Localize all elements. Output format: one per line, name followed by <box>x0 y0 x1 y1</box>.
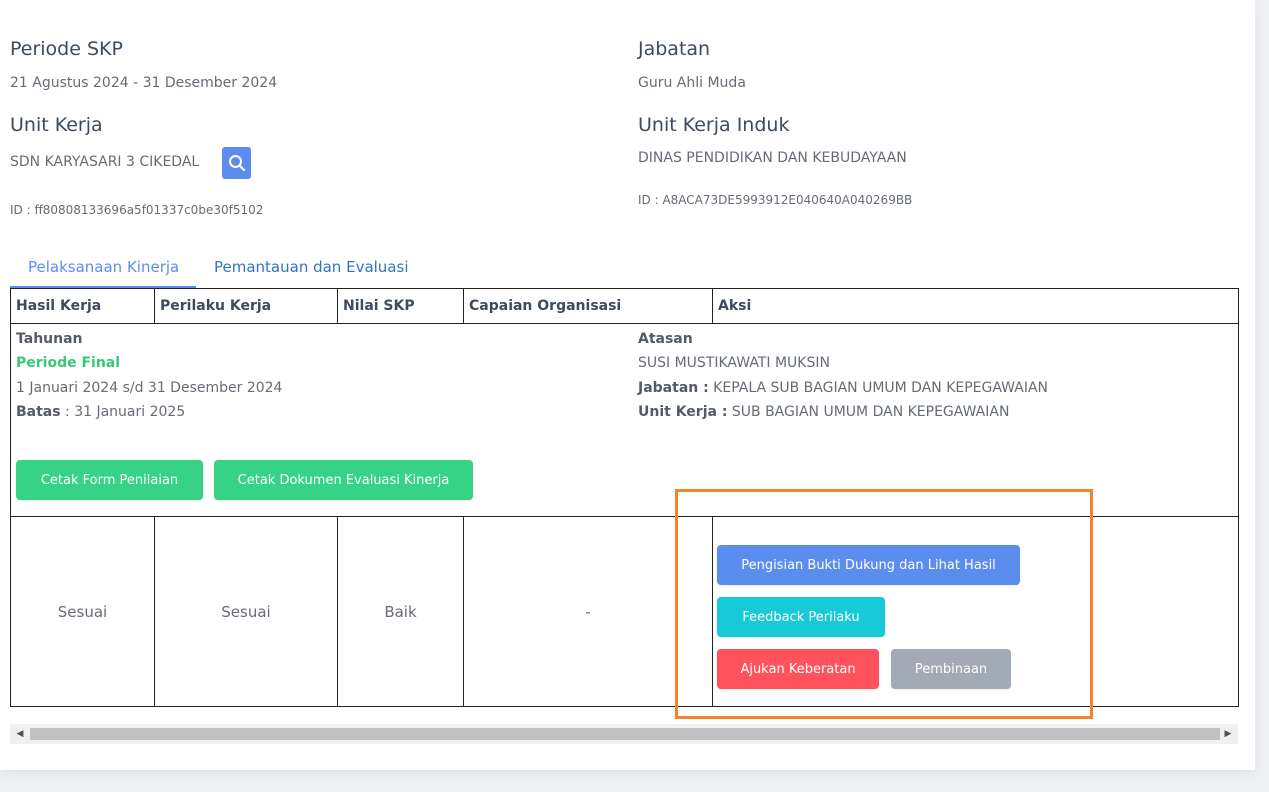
atasan-unit-value: SUB BAGIAN UMUM DAN KEPEGAWAIAN <box>731 404 1010 420</box>
jabatan-value: Guru Ahli Muda <box>638 75 746 91</box>
scroll-left-icon[interactable]: ◀ <box>10 724 30 744</box>
horizontal-scrollbar[interactable]: ◀ ▶ <box>10 724 1238 744</box>
atasan-name: SUSI MUSTIKAWATI MUKSIN <box>638 355 830 371</box>
atasan-jabatan-label: Jabatan : <box>638 380 709 396</box>
tab-pemantauan-evaluasi[interactable]: Pemantauan dan Evaluasi <box>214 258 408 276</box>
batas-label: Batas <box>16 404 61 420</box>
periode-value: 21 Agustus 2024 - 31 Desember 2024 <box>10 75 278 91</box>
search-icon <box>228 155 245 172</box>
unit-kerja-id: ID : ff80808133696a5f01337c0be30f5102 <box>10 203 264 217</box>
cetak-dokumen-evaluasi-button[interactable]: Cetak Dokumen Evaluasi Kinerja <box>214 460 473 500</box>
cetak-form-penilaian-button[interactable]: Cetak Form Penilaian <box>16 460 203 500</box>
periode-info-row: Tahunan Periode Final 1 Januari 2024 s/d… <box>10 323 1239 517</box>
unit-kerja-value: SDN KARYASARI 3 CIKEDAL <box>10 154 200 170</box>
header-aksi: Aksi <box>712 288 1239 324</box>
search-unit-button[interactable] <box>222 147 251 179</box>
periode-range: 1 Januari 2024 s/d 31 Desember 2024 <box>16 380 283 396</box>
atasan-unit-label: Unit Kerja : <box>638 404 728 420</box>
unit-induk-value: DINAS PENDIDIKAN DAN KEBUDAYAAN <box>638 150 907 166</box>
unit-induk-id: ID : A8ACA73DE5993912E040640A040269BB <box>638 193 913 207</box>
jabatan-label: Jabatan <box>638 38 711 60</box>
periode-status: Periode Final <box>16 355 121 371</box>
periode-label: Periode SKP <box>10 38 123 60</box>
table-header-row: Hasil Kerja Perilaku Kerja Nilai SKP Cap… <box>10 288 1239 324</box>
unit-kerja-label: Unit Kerja <box>10 114 103 136</box>
cell-hasil-kerja: Sesuai <box>10 516 155 707</box>
tab-pelaksanaan-kinerja[interactable]: Pelaksanaan Kinerja <box>28 258 179 276</box>
periode-info-cell: Tahunan Periode Final 1 Januari 2024 s/d… <box>10 323 1239 517</box>
header-perilaku-kerja: Perilaku Kerja <box>154 288 338 324</box>
main-card: Periode SKP 21 Agustus 2024 - 31 Desembe… <box>0 0 1255 770</box>
periode-type: Tahunan <box>16 331 83 347</box>
header-hasil-kerja: Hasil Kerja <box>10 288 155 324</box>
atasan-label: Atasan <box>638 331 693 347</box>
scroll-right-icon[interactable]: ▶ <box>1218 724 1238 744</box>
batas-value: : 31 Januari 2025 <box>65 404 186 420</box>
unit-induk-label: Unit Kerja Induk <box>638 114 790 136</box>
cell-nilai-skp: Baik <box>337 516 464 707</box>
header-nilai-skp: Nilai SKP <box>337 288 464 324</box>
atasan-jabatan-value: KEPALA SUB BAGIAN UMUM DAN KEPEGAWAIAN <box>713 380 1049 396</box>
cell-perilaku-kerja: Sesuai <box>154 516 338 707</box>
highlight-box <box>675 489 1093 719</box>
scroll-thumb[interactable] <box>30 728 1220 740</box>
header-capaian-organisasi: Capaian Organisasi <box>463 288 713 324</box>
